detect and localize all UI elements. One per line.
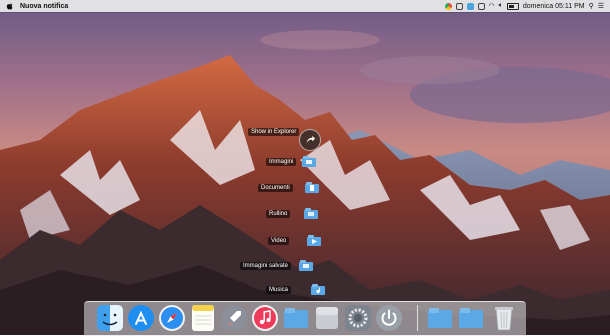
app-store-icon[interactable]	[127, 304, 155, 332]
folder-icon[interactable]	[457, 304, 485, 332]
wifi-icon[interactable]: ◠	[489, 2, 495, 10]
clock[interactable]: domenica 05:11 PM	[523, 3, 585, 10]
search-icon[interactable]: ⚲	[589, 2, 594, 10]
safari-icon[interactable]	[158, 304, 186, 332]
stack-item-label: Immagini	[266, 157, 297, 166]
show-in-explorer-button[interactable]	[299, 129, 321, 151]
volume-icon[interactable]: 🔈︎	[499, 2, 503, 10]
stack-item-label: Video	[268, 236, 290, 245]
stack-item-video[interactable]: Video	[268, 235, 322, 246]
folder-icon[interactable]	[282, 304, 310, 332]
app-name-menu[interactable]: Nuova notifica	[20, 3, 68, 10]
stack-item-rullino[interactable]: Rullino	[266, 208, 319, 219]
stack-item-musica[interactable]: Musica	[266, 284, 326, 295]
stack-item-label: Rullino	[266, 209, 291, 218]
show-in-explorer-label[interactable]: Show in Explorer	[248, 128, 300, 136]
folder-icon[interactable]	[426, 304, 454, 332]
camera-icon[interactable]	[455, 2, 463, 10]
finder-icon[interactable]	[96, 304, 124, 332]
chrome-icon[interactable]	[444, 2, 452, 10]
stack-item-immagini[interactable]: Immagini	[266, 156, 317, 167]
apple-icon[interactable]	[4, 2, 14, 10]
document-folder-icon	[304, 182, 319, 193]
video-folder-icon	[307, 235, 322, 246]
system-preferences-icon[interactable]	[344, 304, 372, 332]
stack-item-label: Documenti	[258, 183, 293, 192]
itunes-icon[interactable]	[251, 304, 279, 332]
music-folder-icon	[311, 284, 326, 295]
stack-item-label: Musica	[266, 285, 292, 294]
dock-separator	[417, 305, 418, 331]
status-area: ◠ 🔈︎ domenica 05:11 PM ⚲ ☰	[444, 2, 604, 10]
camera-roll-folder-icon	[304, 208, 319, 219]
stack-item-label: Immagini salvate	[240, 261, 292, 270]
menu-list-icon[interactable]: ☰	[598, 2, 604, 10]
image-folder-icon	[302, 156, 317, 167]
battery-icon[interactable]	[506, 2, 519, 10]
screen-icon[interactable]	[466, 2, 474, 10]
stack-item-documenti[interactable]: Documenti	[258, 182, 319, 193]
power-icon[interactable]	[375, 304, 403, 332]
menu-bar: Nuova notifica ◠ 🔈︎ domenica 05:11 PM ⚲ …	[0, 0, 610, 12]
notes-icon[interactable]	[477, 2, 485, 10]
stack-item-immagini-salvate[interactable]: Immagini salvate	[240, 260, 314, 271]
blank-app-icon[interactable]	[313, 304, 341, 332]
saved-pictures-folder-icon	[299, 260, 314, 271]
launchpad-icon[interactable]	[220, 304, 248, 332]
trash-icon[interactable]	[490, 304, 518, 332]
notes-icon[interactable]	[189, 304, 217, 332]
